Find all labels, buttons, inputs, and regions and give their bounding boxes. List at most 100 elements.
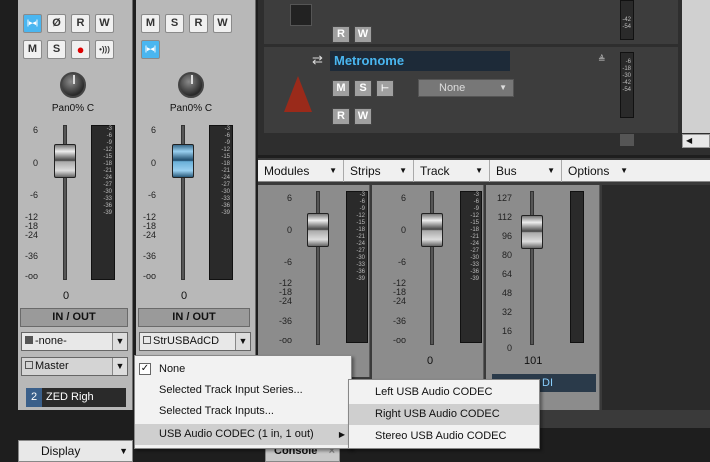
chevron-down-icon: ▼: [119, 446, 128, 456]
display-button[interactable]: Display ▼: [18, 440, 133, 462]
output-select[interactable]: Master ▼: [21, 357, 128, 376]
menu-item-none[interactable]: ✓ None: [135, 359, 351, 380]
fader-value: 0: [427, 355, 434, 367]
bus-menu[interactable]: Bus ▼: [490, 160, 562, 182]
input-echo-button[interactable]: ⊢: [376, 80, 394, 97]
fader-scale-m24: -24: [278, 296, 292, 306]
submenu-item-right[interactable]: Right USB Audio CODEC: [349, 404, 539, 425]
midi-scale-127: 127: [496, 193, 512, 203]
bus-pane-icon[interactable]: [620, 134, 634, 146]
metronome-input-value: None: [439, 82, 466, 94]
submenu-item-stereo[interactable]: Stereo USB Audio CODEC: [349, 426, 539, 447]
solo-button[interactable]: S: [354, 80, 372, 97]
write-button[interactable]: W: [95, 14, 114, 33]
menu-item-track-inputs[interactable]: Selected Track Inputs...: [135, 401, 351, 422]
solo-button[interactable]: S: [47, 40, 66, 59]
volume-fader[interactable]: [421, 213, 443, 247]
fader-scale-6: 6: [400, 193, 406, 203]
track-header-prev: [264, 0, 678, 44]
menu-item-label: Selected Track Inputs...: [159, 405, 274, 417]
level-meter: [570, 191, 584, 343]
mute-button[interactable]: M: [23, 40, 42, 59]
fader-scale-m36: -36: [278, 316, 292, 326]
track-meter-prev: -42 -54: [620, 0, 634, 40]
input-select[interactable]: -none- ▼: [21, 332, 128, 351]
options-menu[interactable]: Options ▼: [562, 160, 634, 182]
volume-fader[interactable]: [307, 213, 329, 247]
io-header: IN / OUT: [138, 308, 250, 327]
horizontal-scrollbar[interactable]: ◀: [682, 134, 710, 148]
fader-scale-minf: -oo: [142, 271, 156, 281]
input-select[interactable]: StrUSBAdCD ▼: [139, 332, 251, 351]
menu-item-input-series[interactable]: Selected Track Input Series...: [135, 380, 351, 401]
caret-down-icon: ▼: [547, 166, 555, 175]
chevron-down-icon: ▼: [112, 333, 127, 350]
caret-down-icon: ▼: [475, 166, 483, 175]
submenu-item-left[interactable]: Left USB Audio CODEC: [349, 382, 539, 403]
midi-scale-96: 96: [501, 231, 512, 241]
fader-scale-0: 0: [32, 158, 38, 168]
fader-scale-0: 0: [150, 158, 156, 168]
metronome-input-select[interactable]: None ▼: [418, 79, 514, 97]
fader-value: 0: [63, 290, 70, 302]
fader-value: 0: [181, 290, 188, 302]
track-meter-metronome: -6 -18 -30 -42 -54: [620, 52, 634, 118]
modules-menu[interactable]: Modules ▼: [258, 160, 344, 182]
phase-button[interactable]: Ø: [47, 14, 66, 33]
input-echo-button[interactable]: |▸◂|: [141, 40, 160, 59]
fader-scale-minf: -oo: [278, 335, 292, 345]
menu-item-usb-codec[interactable]: USB Audio CODEC (1 in, 1 out) ▶: [135, 424, 351, 445]
pan-knob[interactable]: [60, 72, 86, 98]
read-button[interactable]: R: [71, 14, 90, 33]
strips-menu[interactable]: Strips ▼: [344, 160, 414, 182]
midi-scale-32: 32: [501, 307, 512, 317]
read-button[interactable]: R: [189, 14, 208, 33]
fader-scale-m6: -6: [397, 257, 406, 267]
midi-scale-112: 112: [497, 212, 512, 222]
solo-button[interactable]: S: [165, 14, 184, 33]
pan-value: 0% C: [187, 103, 213, 114]
write-button[interactable]: W: [354, 108, 372, 125]
collapse-icon[interactable]: ≜: [598, 54, 606, 65]
submenu-arrow-icon: ▶: [338, 430, 345, 439]
metronome-name[interactable]: Metronome: [330, 51, 510, 71]
fader-scale-m24: -24: [392, 296, 406, 306]
fader-scale-m36: -36: [142, 251, 156, 261]
channel-strip-1: |▸◂| Ø R W M S ● •))) Pan0% C 6 0 -6 -12…: [18, 0, 133, 410]
midi-scale-0: 0: [506, 343, 512, 353]
fader-scale-6: 6: [150, 125, 156, 135]
mute-button[interactable]: M: [141, 14, 160, 33]
console-menu-bar: Modules ▼ Strips ▼ Track ▼ Bus ▼ Options ▼: [258, 160, 710, 182]
fader-scale-m24: -24: [142, 230, 156, 240]
track-menu[interactable]: Track ▼: [414, 160, 490, 182]
console-strip-midi: 127 112 96 80 64 48 32 16 0 101 DI: [486, 185, 600, 410]
menu-item-label: USB Audio CODEC (1 in, 1 out): [159, 428, 314, 440]
volume-fader[interactable]: [172, 144, 194, 178]
input-echo-button[interactable]: |▸◂|: [23, 14, 42, 33]
write-button[interactable]: W: [354, 26, 372, 43]
pan-readout: Pan0% C: [156, 103, 226, 114]
fader-scale-m36: -36: [392, 316, 406, 326]
chevron-down-icon: ▼: [112, 358, 127, 375]
track-name-box[interactable]: 2 ZED Righ: [26, 388, 126, 407]
fader-scale-m36: -36: [24, 251, 38, 261]
volume-fader[interactable]: [521, 215, 543, 249]
volume-fader[interactable]: [54, 144, 76, 178]
write-button[interactable]: W: [213, 14, 232, 33]
midi-scale-16: 16: [501, 326, 512, 336]
input-monitor-button[interactable]: •))): [95, 40, 114, 59]
fader-scale-m6: -6: [147, 190, 156, 200]
mute-button[interactable]: M: [332, 80, 350, 97]
pan-knob[interactable]: [178, 72, 204, 98]
read-button[interactable]: R: [332, 26, 350, 43]
track-view: R W -42 -54 ⇄ Metronome ≜ M S ⊢ None ▼ R W…: [258, 0, 710, 155]
input-icon: [143, 336, 151, 344]
pan-readout: Pan0% C: [38, 103, 108, 114]
chevron-down-icon: ▼: [499, 83, 507, 92]
input-icon: [25, 336, 33, 344]
level-meter: -3 -6 -9 -12 -15 -18 -21 -24 -27 -30 -33 -36 -39: [346, 191, 368, 343]
pan-label: Pan: [169, 103, 188, 114]
read-button[interactable]: R: [332, 108, 350, 125]
input-context-menu: ✓ None Selected Track Input Series... Se…: [134, 355, 352, 449]
record-arm-button[interactable]: ●: [71, 40, 90, 59]
